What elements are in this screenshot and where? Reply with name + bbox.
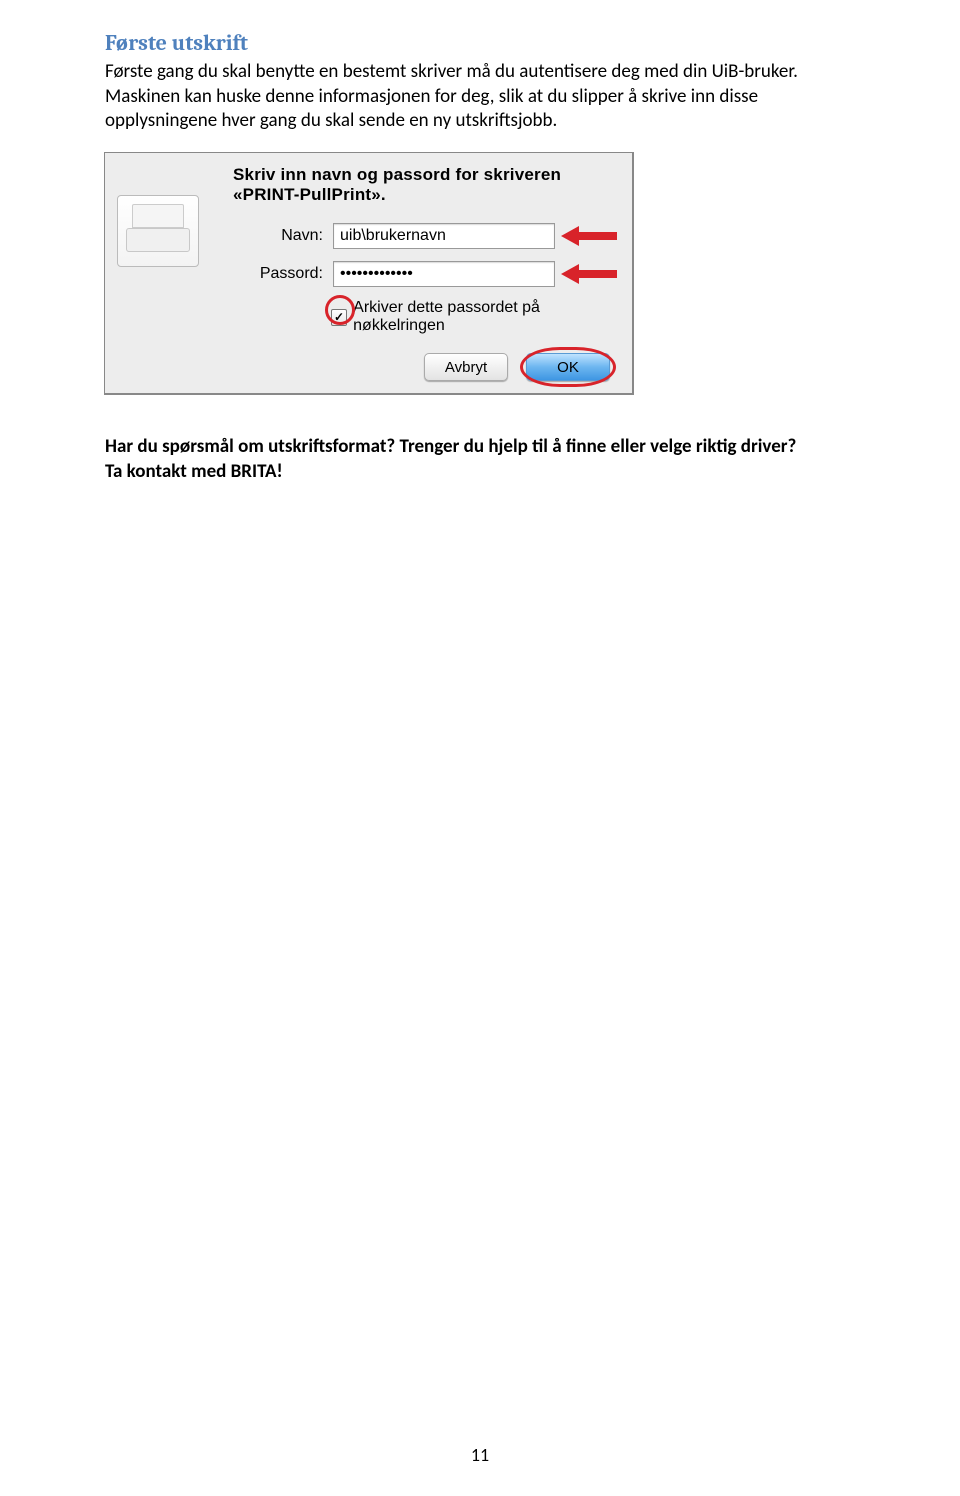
password-input[interactable] [333,261,555,287]
arrow-icon [561,266,617,282]
password-label: Passord: [233,265,333,283]
highlight-ring [520,347,616,387]
name-input[interactable] [333,223,555,249]
body-paragraph: Første gang du skal benytte en bestemt s… [105,60,855,134]
auth-dialog: Skriv inn navn og passord for skriveren … [104,152,634,395]
keychain-label: Arkiver dette passordet på nøkkelringen [353,299,620,335]
printer-icon [117,195,217,267]
arrow-icon [561,228,617,244]
highlight-ring [325,295,355,325]
section-heading: Første utskrift [105,30,855,56]
cancel-button[interactable]: Avbryt [424,353,508,381]
dialog-intro: Skriv inn navn og passord for skriveren … [233,165,620,205]
page-number: 11 [0,1444,960,1466]
question-1: Har du spørsmål om utskriftsformat? Tren… [105,435,855,460]
question-2: Ta kontakt med BRITA! [105,460,855,485]
name-label: Navn: [233,227,333,245]
